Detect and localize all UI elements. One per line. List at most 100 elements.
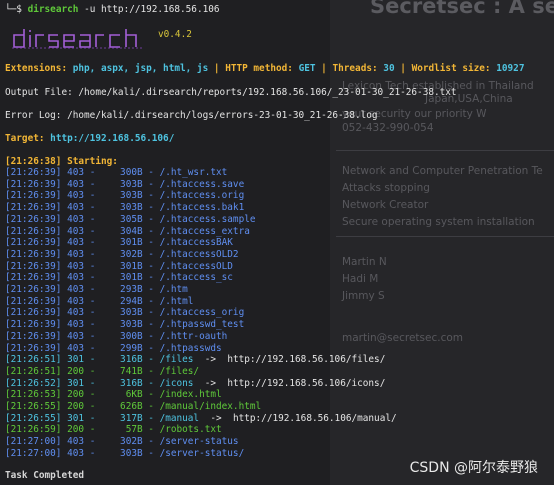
table-row: [21:26:39] 403 - 303B - /.htpasswd_test [5,319,245,331]
result-size: 301B [120,260,143,272]
result-size: 293B [120,284,143,295]
result-code: 200 [67,401,85,412]
redirect-arrow-icon: -> [193,377,228,389]
result-code: 403 [67,307,85,319]
extensions-label: Extensions: [5,63,68,74]
target-label: Target: [5,133,45,144]
result-size: 301B [120,237,143,249]
result-path: /icons [159,377,194,389]
result-size: 300B [120,330,143,342]
result-size: 301B [120,272,143,284]
result-path: /.htpasswd_test [159,319,245,331]
table-row: [21:26:59] 200 - 57B - /robots.txt [5,424,222,436]
table-row: [21:26:55] 200 - 626B - /manual/index.ht… [5,401,262,412]
error-log-path: /home/kali/.dirsearch/logs/errors-23-01-… [67,110,378,121]
terminal-window[interactable]: └─$ dirsearch -u http://192.168.56.106 v… [0,0,554,485]
redirect-url: http://192.168.56.106/icons/ [227,377,386,389]
result-path: /.ht_wsr.txt [159,167,228,178]
result-size: 626B [120,401,143,412]
result-size: 294B [120,295,143,307]
starting-time: [21:26:38] [5,156,62,167]
result-path: /robots.txt [159,424,222,436]
result-path: /.httr-oauth [159,330,228,342]
target-line: Target: http://192.168.56.106/ [5,133,174,144]
result-time: [21:26:39] [5,342,62,354]
redirect-url: http://192.168.56.106/manual/ [232,412,397,424]
prompt-line: └─$ dirsearch -u http://192.168.56.106 [5,4,220,15]
result-time: [21:26:59] [5,424,62,436]
result-size: 305B [120,213,143,225]
table-row: [21:26:39] 403 - 294B - /.html [5,295,194,307]
table-row: [21:26:39] 403 - 303B - /.htaccess.bak1 [5,202,245,214]
result-path: /.htpasswds [159,342,222,354]
result-path: /.htaccess.sample [159,213,256,225]
config-line: Extensions: php, aspx, jsp, html, js | H… [5,63,525,74]
result-path: /.htm [159,284,188,295]
table-row: [21:26:39] 403 - 302B - /.htaccessOLD2 [5,248,239,260]
result-code: 403 [67,436,85,448]
result-path: /.htaccess_sc [159,272,233,284]
result-time: [21:26:39] [5,330,62,342]
result-code: 403 [67,295,85,307]
result-time: [21:26:39] [5,237,62,249]
result-size: 303B [120,319,143,331]
result-time: [21:26:39] [5,319,62,331]
result-code: 200 [67,424,85,436]
result-code: 403 [67,272,85,284]
table-row: [21:27:00] 403 - 303B - /server-status/ [5,447,245,459]
result-code: 403 [67,213,85,225]
prompt-command: dirsearch [27,4,79,15]
target-url: http://192.168.56.106/ [50,133,175,144]
table-row: [21:26:39] 403 - 304B - /.htaccess_extra [5,225,250,237]
result-code: 200 [67,389,85,401]
result-code: 301 [67,377,85,389]
result-size: 317B [120,412,143,424]
extensions-value: php, aspx, jsp, html, js [72,63,209,74]
result-time: [21:27:00] [5,436,62,448]
result-path: /.htaccess.bak1 [159,202,245,214]
result-size: 299B [120,342,143,354]
result-time: [21:26:39] [5,295,62,307]
result-size: 303B [120,190,143,202]
result-size: 303B [120,202,143,214]
result-path: /.htaccess.orig [159,190,245,202]
output-file-label: Output File: [5,87,73,98]
result-size: 304B [120,225,143,237]
result-time: [21:26:53] [5,389,62,401]
redirect-url: http://192.168.56.106/files/ [227,354,386,366]
error-log-line: Error Log: /home/kali/.dirsearch/logs/er… [5,110,378,121]
result-size: 300B [120,167,143,178]
result-size: 302B [120,248,143,260]
result-size: 303B [120,307,143,319]
result-code: 403 [67,284,85,295]
result-time: [21:26:39] [5,248,62,260]
table-row: [21:26:53] 200 - 6KB - /index.html [5,389,222,401]
redirect-arrow-icon: -> [199,412,233,424]
result-time: [21:26:39] [5,213,62,225]
result-size: 6KB [125,389,143,401]
table-row: [21:26:39] 403 - 303B - /.htaccess.orig [5,190,245,202]
result-path: /.htaccess_orig [159,307,245,319]
result-time: [21:26:55] [5,412,62,424]
result-path: /server-status [159,436,239,448]
result-code: 403 [67,248,85,260]
result-code: 403 [67,330,85,342]
result-time: [21:26:39] [5,260,62,272]
dirsearch-logo [12,29,142,49]
result-path: /index.html [159,389,222,401]
prompt-args: -u http://192.168.56.106 [84,4,220,15]
result-code: 403 [67,178,85,190]
table-row: [21:26:39] 403 - 305B - /.htaccess.sampl… [5,213,256,225]
error-log-label: Error Log: [5,110,62,121]
result-time: [21:26:39] [5,167,62,178]
result-path: /server-status/ [159,447,245,459]
version-label: v0.4.2 [158,29,192,40]
result-time: [21:26:39] [5,202,62,214]
result-path: /files [159,354,194,366]
result-time: [21:26:51] [5,354,62,366]
output-file-line: Output File: /home/kali/.dirsearch/repor… [5,87,457,98]
table-row: [21:26:51] 200 - 741B - /files/ [5,365,200,377]
result-time: [21:26:51] [5,365,62,377]
result-time: [21:26:39] [5,284,62,295]
table-row: [21:26:39] 403 - 300B - /.ht_wsr.txt [5,167,228,178]
